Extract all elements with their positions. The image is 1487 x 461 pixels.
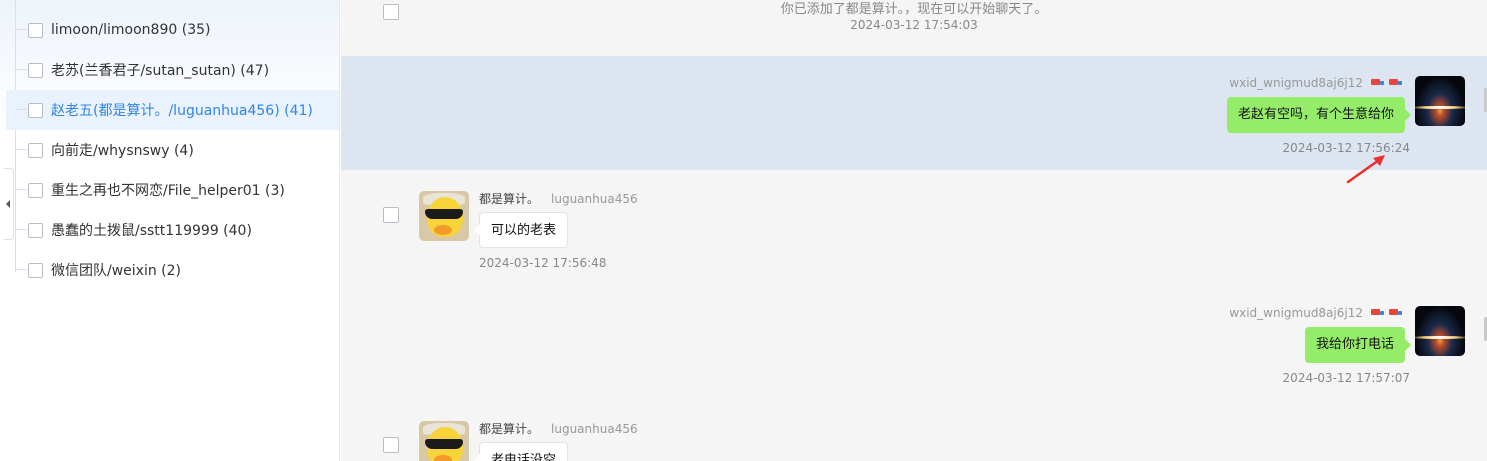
contact-checkbox[interactable] [28,142,43,158]
system-message-time: 2024-03-12 17:54:03 [850,18,978,32]
tree-branch [15,69,27,70]
message-bubble[interactable]: 可以的老表 [473,212,569,248]
contact-label: 向前走/whysnswy (4) [51,143,194,159]
contact-label: 老苏(兰香君子/sutan_sutan) (47) [51,63,270,79]
message-bubble[interactable]: 老赵有空吗，有个生意给你 [1226,97,1412,133]
sender-id: luguanhua456 [551,421,638,436]
contact-label: 愚蠢的土拨鼠/sstt119999 (40) [51,223,252,239]
message-checkbox[interactable] [383,207,399,223]
sender-id: luguanhua456 [551,191,638,206]
sender-nickname: 都是算计。 [479,192,540,206]
truck-icon [1389,308,1403,318]
sender-line: 都是算计。 luguanhua456 [479,420,638,437]
sender-nickname: 都是算计。 [479,422,540,436]
message-bubble[interactable]: 我给你打电话 [1304,327,1412,363]
contact-checkbox[interactable] [28,102,43,118]
chevron-left-icon [6,200,10,208]
contact-checkbox[interactable] [28,182,43,198]
contact-item-sutan[interactable]: 老苏(兰香君子/sutan_sutan) (47) [6,50,339,90]
sender-id: wxid_wnigmud8aj6j12 [1229,76,1363,90]
contact-label: 微信团队/weixin (2) [51,263,181,279]
sender-line: 都是算计。 luguanhua456 [479,190,638,207]
truck-icon [1389,78,1403,88]
message-row-outgoing-highlighted[interactable]: wxid_wnigmud8aj6j12 老赵有空吗，有个生意给你 2024-03… [341,56,1487,170]
contact-avatar-duck[interactable] [419,421,469,461]
contact-label: limoon/limoon890 (35) [51,22,211,38]
tree-branch [15,149,27,150]
chat-panel: 你已添加了都是算计。，现在可以开始聊天了。 2024-03-12 17:54:0… [341,0,1487,461]
tree-branch [15,269,27,270]
own-avatar[interactable] [1415,76,1465,126]
contact-label: 赵老五(都是算计。/luguanhua456) (41) [51,103,313,119]
sender-id: wxid_wnigmud8aj6j12 [1229,306,1363,320]
contact-checkbox[interactable] [28,62,43,78]
truck-icon [1371,78,1385,88]
tree-branch [15,109,27,110]
own-avatar[interactable] [1415,306,1465,356]
contact-item-sstt[interactable]: 愚蠢的土拨鼠/sstt119999 (40) [6,210,339,250]
message-row-incoming[interactable]: 都是算计。 luguanhua456 可以的老表 2024-03-12 17:5… [341,170,1487,285]
message-row-outgoing[interactable]: wxid_wnigmud8aj6j12 我给你打电话 2024-03-12 17… [341,285,1487,400]
tree-branch [15,189,27,190]
contact-item-file-helper[interactable]: 重生之再也不网恋/File_helper01 (3) [6,170,339,210]
truck-icon [1371,308,1385,318]
contact-item-limoon[interactable]: limoon/limoon890 (35) [6,10,339,50]
contact-checkbox[interactable] [28,222,43,238]
contact-tree-sidebar: limoon/limoon890 (35) 老苏(兰香君子/sutan_suta… [0,0,340,461]
tree-branch [15,229,27,230]
tree-branch [15,29,27,30]
contact-checkbox[interactable] [28,262,43,278]
sidebar-collapse-handle[interactable] [4,168,14,240]
contact-label: 重生之再也不网恋/File_helper01 (3) [51,183,285,199]
system-message-row: 你已添加了都是算计。，现在可以开始聊天了。 2024-03-12 17:54:0… [341,0,1487,56]
contact-item-whysnswy[interactable]: 向前走/whysnswy (4) [6,130,339,170]
contact-item-weixin[interactable]: 微信团队/weixin (2) [6,250,339,290]
message-bubble[interactable]: 老电话没空 [473,442,569,461]
message-time: 2024-03-12 17:56:48 [479,256,607,270]
contact-item-luguanhua-selected[interactable]: 赵老五(都是算计。/luguanhua456) (41) [6,90,339,130]
contact-avatar-duck[interactable] [419,191,469,241]
message-checkbox[interactable] [383,437,399,453]
message-row-incoming[interactable]: 都是算计。 luguanhua456 老电话没空 [341,400,1487,461]
sender-line: wxid_wnigmud8aj6j12 [1229,306,1403,320]
contact-checkbox[interactable] [28,22,43,38]
message-time: 2024-03-12 17:57:07 [1282,371,1410,385]
sender-line: wxid_wnigmud8aj6j12 [1229,76,1403,90]
system-message-text: 你已添加了都是算计。，现在可以开始聊天了。 [780,2,1048,17]
